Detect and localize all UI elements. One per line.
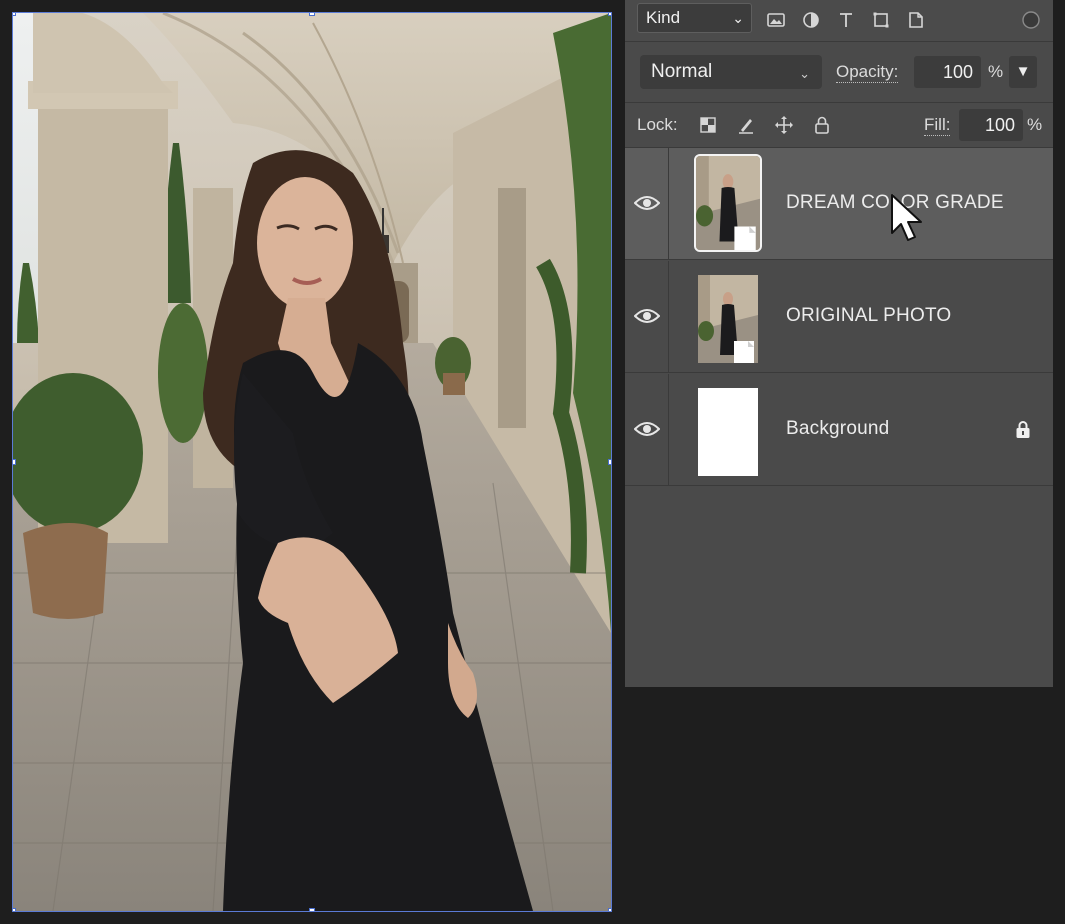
layer-name[interactable]: DREAM COLOR GRADE — [786, 192, 1004, 214]
opacity-input[interactable]: 100 — [914, 56, 981, 88]
lock-label: Lock: — [637, 115, 678, 134]
visibility-toggle[interactable] — [625, 261, 669, 372]
transform-handle[interactable] — [608, 908, 611, 911]
smart-object-filter-icon[interactable] — [906, 10, 926, 30]
lock-transparent-pixels-icon[interactable] — [698, 115, 718, 135]
layer-row-background[interactable]: Background — [625, 374, 1053, 486]
visibility-toggle[interactable] — [625, 374, 669, 485]
transform-handle[interactable] — [309, 908, 315, 911]
image-filter-icon[interactable] — [766, 10, 786, 30]
layer-name[interactable]: ORIGINAL PHOTO — [786, 305, 951, 327]
layer-thumbnail[interactable] — [698, 275, 758, 363]
fill-unit: % — [1027, 115, 1043, 134]
transform-handle[interactable] — [608, 13, 611, 16]
filter-kind-label: Kind — [646, 8, 681, 27]
filter-toggle-icon[interactable] — [1021, 10, 1041, 30]
lock-icon[interactable] — [1015, 420, 1031, 440]
photo-woman-black-dress — [13, 13, 611, 911]
layer-thumbnail[interactable] — [698, 388, 758, 476]
layer-thumbnail[interactable] — [694, 154, 762, 252]
transform-handle[interactable] — [13, 13, 16, 16]
adjustment-filter-icon[interactable] — [801, 10, 821, 30]
eye-icon[interactable] — [634, 420, 660, 438]
transform-handle[interactable] — [608, 459, 611, 465]
blend-mode-select[interactable]: Normal ⌄ — [640, 55, 822, 89]
layer-row-dream-color-grade[interactable]: DREAM COLOR GRADE — [625, 148, 1053, 260]
opacity-unit: % — [988, 62, 1004, 81]
lock-options-bar: Lock: Fill: 100 % — [625, 103, 1053, 148]
lock-position-icon[interactable] — [774, 115, 794, 135]
eye-icon[interactable] — [634, 307, 660, 325]
blend-mode-value: Normal — [651, 61, 713, 82]
filter-kind-select[interactable]: Kind ⌄ — [637, 3, 752, 33]
chevron-down-icon: ⌄ — [732, 10, 744, 26]
visibility-toggle[interactable] — [625, 148, 669, 259]
chevron-down-icon: ⌄ — [799, 66, 810, 81]
transform-handle[interactable] — [13, 459, 16, 465]
eye-icon[interactable] — [634, 194, 660, 212]
blend-options-bar: Normal ⌄ Opacity: 100 % ▼ — [625, 42, 1053, 103]
layer-name[interactable]: Background — [786, 418, 889, 440]
document-canvas[interactable] — [12, 12, 612, 912]
layers-panel: Kind ⌄ Normal ⌄ Opacity: 100 % ▼ Lock: F… — [625, 0, 1053, 687]
lock-all-icon[interactable] — [812, 115, 832, 135]
fill-input[interactable]: 100 — [959, 109, 1023, 141]
type-filter-icon[interactable] — [836, 10, 856, 30]
layer-row-original-photo[interactable]: ORIGINAL PHOTO — [625, 261, 1053, 373]
fill-label[interactable]: Fill: — [924, 115, 951, 136]
transform-handle[interactable] — [13, 908, 16, 911]
transform-handle[interactable] — [309, 13, 315, 16]
opacity-label[interactable]: Opacity: — [836, 62, 899, 83]
lock-image-pixels-icon[interactable] — [736, 115, 756, 135]
opacity-slider-toggle[interactable]: ▼ — [1009, 56, 1037, 88]
shape-filter-icon[interactable] — [871, 10, 891, 30]
layer-filter-bar: Kind ⌄ — [625, 0, 1053, 42]
